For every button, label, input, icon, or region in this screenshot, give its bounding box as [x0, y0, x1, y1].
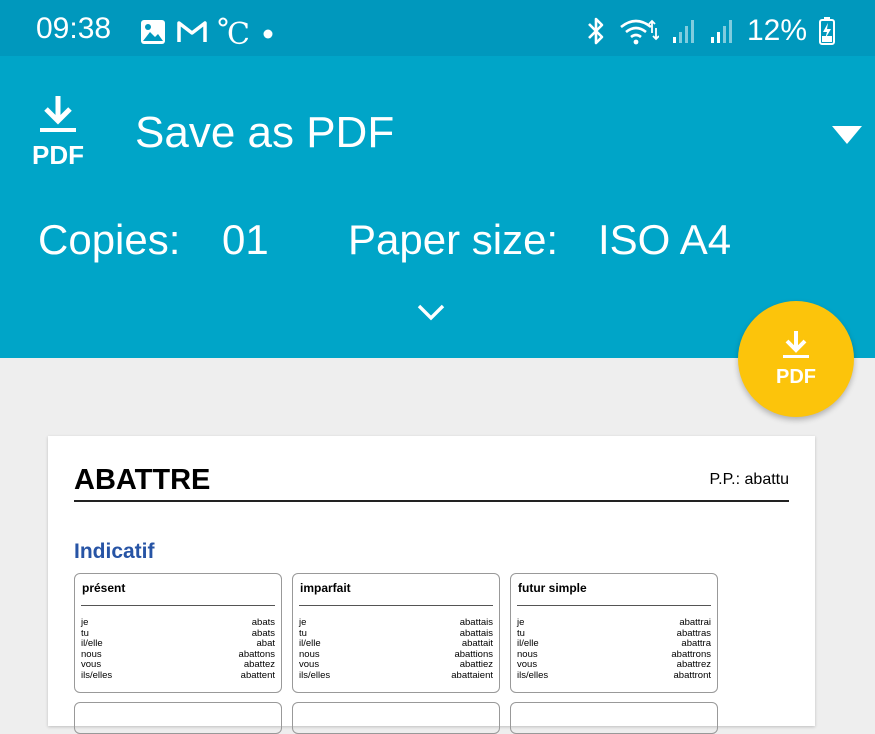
- tense-name: présent: [82, 581, 126, 595]
- copies-value[interactable]: 01: [222, 216, 269, 264]
- conjugation-row: il/elle abat: [81, 638, 276, 650]
- status-bar: 09:38 C 12%: [0, 0, 875, 56]
- signal-icon: [672, 20, 694, 43]
- download-pdf-button[interactable]: PDF: [738, 301, 854, 417]
- tense-name: futur simple: [518, 581, 587, 595]
- pronoun: ils/elles: [81, 669, 113, 681]
- tense-box: futur simple je abattrai tu abattras il/elle a…: [510, 573, 718, 693]
- pronoun: il/elle: [299, 638, 321, 649]
- tense-divider: [81, 605, 275, 606]
- pronoun: je: [299, 617, 307, 628]
- celsius-icon: C: [218, 17, 248, 48]
- pronoun: vous: [81, 659, 102, 670]
- wifi-icon: [620, 19, 659, 45]
- pronoun: ils/elles: [517, 669, 549, 681]
- conjugation-row: je abattrai: [517, 617, 711, 629]
- verb-form: abattez: [243, 659, 275, 670]
- copies-label: Copies:: [38, 216, 181, 263]
- conjugation-row: ils/elles abattaient: [299, 669, 493, 682]
- tense-divider: [299, 605, 493, 606]
- verb-form: abattrez: [676, 659, 711, 670]
- verb-form: abat: [256, 638, 276, 649]
- status-notification-icons: C: [140, 16, 278, 48]
- conjugation-list: je abattais tu abattais il/elle abattait nous a…: [299, 617, 493, 682]
- svg-text:C: C: [227, 17, 248, 48]
- signal-icon: [710, 20, 732, 43]
- dot-icon: [263, 29, 273, 39]
- pronoun: ils/elles: [299, 669, 331, 681]
- verb-form: abattaient: [451, 669, 493, 681]
- conjugation-row: vous abattez: [81, 659, 275, 671]
- document-preview-page[interactable]: ABATTRE P.P.: abattu Indicatif présent je…: [48, 436, 815, 734]
- pdf-download-icon: PDF: [776, 331, 816, 388]
- verb-form: abattait: [461, 638, 493, 649]
- battery-charging-icon: [819, 17, 835, 45]
- dropdown-arrow-icon[interactable]: [832, 126, 862, 144]
- image-icon: [141, 20, 165, 44]
- chevron-down-icon[interactable]: [416, 302, 446, 322]
- pdf-icon-label: PDF: [32, 140, 84, 170]
- tense-box: présent je abats tu abats il/elle abat nous abat…: [74, 573, 282, 693]
- print-settings-header: PDF Save as PDF Copies: 01 Paper size: I…: [0, 56, 875, 358]
- tense-box: imparfait je abattais tu abattais il/elle abat…: [292, 573, 500, 693]
- conjugation-row: ils/elles abattront: [517, 669, 712, 682]
- verb-form: abattra: [681, 638, 711, 649]
- status-time: 09:38: [36, 12, 112, 45]
- conjugation-row: vous abattrez: [517, 659, 711, 671]
- verb-form: abats: [251, 617, 275, 628]
- printer-select[interactable]: Save as PDF: [135, 108, 394, 158]
- battery-percent: 12%: [746, 14, 807, 47]
- tense-divider: [517, 605, 711, 606]
- verb-form: abattront: [673, 669, 712, 681]
- conjugation-list: je abats tu abats il/elle abat nous abattons vou…: [81, 617, 276, 682]
- past-participle: P.P.: abattu: [709, 471, 789, 488]
- conjugation-row: tu abats: [81, 628, 275, 640]
- status-system-icons: 12%: [585, 14, 835, 48]
- pronoun: je: [81, 617, 89, 628]
- pronoun: il/elle: [81, 638, 103, 649]
- conjugation-row: vous abattiez: [299, 659, 493, 671]
- verb-form: abattiez: [459, 659, 493, 670]
- verb-form: abattais: [459, 617, 493, 628]
- bluetooth-icon: [588, 17, 604, 45]
- title-divider: [74, 500, 789, 502]
- fab-label: PDF: [776, 366, 816, 388]
- conjugation-row: je abats: [81, 617, 275, 629]
- verb-form: abattrai: [679, 617, 711, 628]
- tense-name: imparfait: [300, 581, 351, 595]
- pronoun: je: [517, 617, 525, 628]
- paper-size-label: Paper size:: [348, 216, 559, 263]
- pronoun: il/elle: [517, 638, 539, 649]
- pronoun: vous: [299, 659, 320, 670]
- pdf-download-icon: PDF: [32, 96, 84, 170]
- verb-title: ABATTRE: [74, 464, 211, 496]
- verb-form: abattent: [240, 669, 275, 681]
- conjugation-row: je abattais: [299, 617, 493, 629]
- conjugation-row: ils/elles abattent: [81, 669, 275, 682]
- pronoun: vous: [517, 659, 538, 670]
- conjugation-row: il/elle abattra: [517, 638, 711, 650]
- conjugation-row: il/elle abattait: [299, 638, 493, 650]
- paper-size-value[interactable]: ISO A4: [598, 216, 731, 264]
- gmail-icon: [177, 21, 207, 42]
- conjugation-list: je abattrai tu abattras il/elle abattra nous ab…: [517, 617, 712, 682]
- mood-heading: Indicatif: [74, 540, 155, 563]
